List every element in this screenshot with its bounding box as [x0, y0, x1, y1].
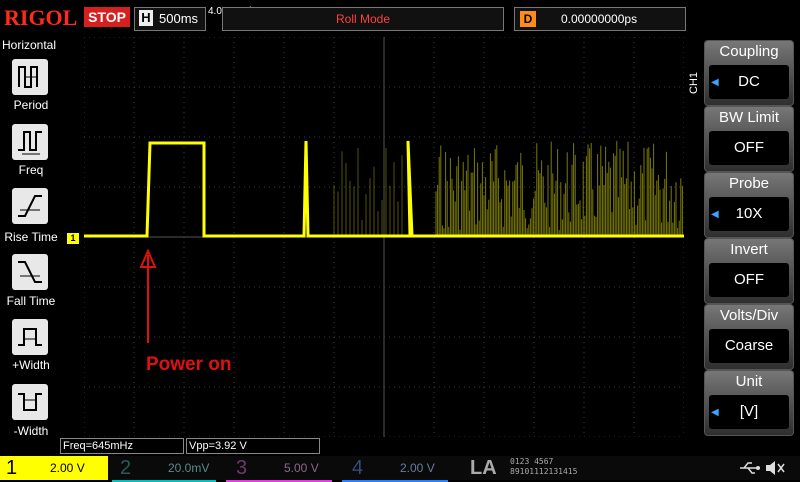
logic-analyzer-button[interactable]: LA: [470, 456, 497, 480]
fall-time-label: Fall Time: [6, 294, 56, 308]
left-menu-title: Horizontal: [2, 38, 57, 52]
freq-icon[interactable]: [12, 124, 48, 160]
coupling-menu[interactable]: Coupling DC ◀: [704, 40, 794, 106]
ch1-scale: 2.00 V: [50, 461, 85, 475]
probe-menu[interactable]: Probe 10X ◀: [704, 172, 794, 238]
period-icon[interactable]: [12, 59, 48, 95]
ch4-button[interactable]: 4 2.00 V: [342, 456, 448, 482]
signal-noise-burst: [333, 141, 683, 236]
bw-limit-value: OFF: [709, 131, 789, 165]
period-label: Period: [13, 98, 49, 112]
unit-value: [V]: [709, 395, 789, 429]
probe-value: 10X: [709, 197, 789, 231]
channel-tag: CH1: [688, 71, 700, 94]
coupling-value: DC: [709, 65, 789, 99]
left-arrow-icon: ◀: [711, 77, 719, 88]
probe-title: Probe: [728, 175, 770, 192]
power-on-annotation: Power on: [146, 354, 232, 375]
negative-width-icon[interactable]: [12, 384, 48, 420]
unit-title: Unit: [735, 373, 763, 390]
positive-width-label: +Width: [12, 358, 50, 372]
invert-menu[interactable]: Invert OFF: [704, 238, 794, 304]
ch1-button[interactable]: 1 2.00 V: [0, 456, 108, 480]
bw-limit-menu[interactable]: BW Limit OFF: [704, 106, 794, 172]
ch4-scale: 2.00 V: [400, 461, 435, 475]
run-stop-indicator[interactable]: STOP: [84, 7, 130, 27]
ch1-number: 1: [6, 457, 18, 479]
unit-menu[interactable]: Unit [V] ◀: [704, 370, 794, 436]
ch3-scale: 5.00 V: [284, 461, 319, 475]
horizontal-timebase-box[interactable]: H 500ms: [134, 7, 206, 31]
coupling-title: Coupling: [719, 43, 779, 60]
ch1-ground-marker[interactable]: 1: [67, 233, 79, 244]
speaker-icon[interactable]: [764, 458, 786, 478]
delay-key: D: [520, 11, 536, 27]
fall-time-icon[interactable]: [12, 254, 48, 290]
ch4-number: 4: [352, 457, 364, 479]
rise-time-icon[interactable]: [12, 188, 48, 224]
la-bits-row1: 0123 4567: [510, 457, 554, 466]
brand-logo: RIGOL: [4, 5, 78, 30]
delay-box[interactable]: D 0.00000000ps: [514, 7, 686, 31]
waveform-display[interactable]: [84, 37, 684, 437]
horizontal-key: H: [139, 10, 153, 26]
freq-measurement: Freq=645mHz: [60, 438, 184, 454]
timebase-value: 500ms: [159, 11, 199, 26]
delay-value: 0.00000000ps: [561, 12, 638, 26]
vpp-measurement: Vpp=3.92 V: [186, 438, 320, 454]
negative-width-label: -Width: [13, 424, 49, 438]
freq-label: Freq: [18, 163, 44, 177]
ch2-number: 2: [120, 457, 132, 479]
ch2-button[interactable]: 2 20.0mV: [112, 456, 216, 482]
power-on-arrow: [139, 248, 157, 343]
positive-width-icon[interactable]: [12, 319, 48, 355]
volts-div-title: Volts/Div: [719, 307, 779, 324]
ch3-number: 3: [236, 457, 248, 479]
left-arrow-icon: ◀: [711, 407, 719, 418]
la-bits-row2: 89101112131415: [510, 467, 578, 476]
left-arrow-icon: ◀: [711, 209, 719, 220]
ch2-scale: 20.0mV: [168, 461, 210, 475]
ch3-button[interactable]: 3 5.00 V: [226, 456, 332, 482]
rise-time-label: Rise Time: [4, 230, 58, 244]
volts-div-value: Coarse: [709, 329, 789, 363]
invert-value: OFF: [709, 263, 789, 297]
volts-div-menu[interactable]: Volts/Div Coarse: [704, 304, 794, 370]
bw-limit-title: BW Limit: [719, 109, 779, 126]
invert-title: Invert: [730, 241, 768, 258]
acquisition-mode: Roll Mode: [222, 7, 504, 31]
usb-icon: [740, 462, 760, 474]
